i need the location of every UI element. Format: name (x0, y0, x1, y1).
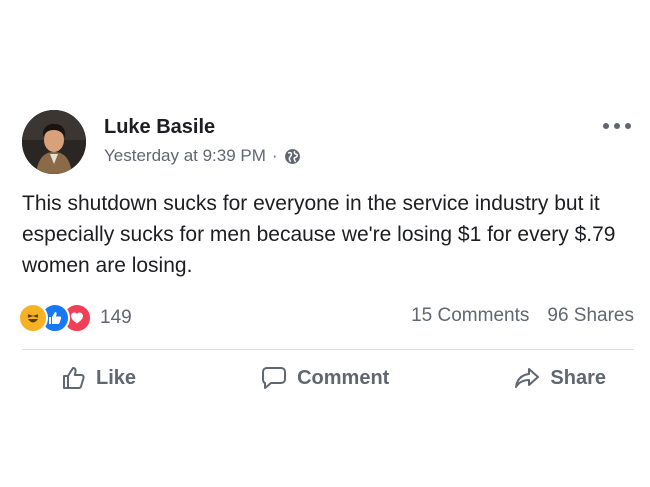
avatar[interactable] (22, 110, 86, 174)
haha-icon (18, 303, 48, 333)
meta-separator: · (271, 146, 278, 165)
like-button[interactable]: Like (62, 366, 136, 390)
post-header: Luke Basile Yesterday at 9:39 PM · (22, 110, 634, 176)
engagement-counts: 15 Comments 96 Shares (411, 305, 634, 327)
reactions-summary[interactable]: 149 (18, 303, 132, 333)
comment-label: Comment (297, 366, 390, 389)
shares-count-link[interactable]: 96 Shares (547, 305, 634, 327)
actions-divider (22, 349, 634, 350)
reaction-count: 149 (100, 307, 132, 328)
post-text: This shutdown sucks for everyone in the … (22, 192, 616, 277)
facebook-post-page: Luke Basile Yesterday at 9:39 PM · This … (0, 0, 650, 487)
comment-button[interactable]: Comment (261, 366, 389, 390)
post-card: Luke Basile Yesterday at 9:39 PM · This … (18, 110, 634, 390)
share-label: Share (550, 366, 606, 389)
comments-count-link[interactable]: 15 Comments (411, 305, 529, 327)
comment-bubble-icon (262, 367, 287, 389)
avatar-photo-icon (22, 110, 86, 174)
author-name[interactable]: Luke Basile (104, 116, 215, 139)
like-label: Like (96, 366, 137, 389)
share-button[interactable]: Share (514, 366, 606, 390)
thumbs-up-icon (63, 367, 85, 389)
post-meta: Yesterday at 9:39 PM · (104, 146, 301, 166)
post-timestamp[interactable]: Yesterday at 9:39 PM (104, 146, 266, 166)
post-actions: Like Comment Share (22, 366, 634, 390)
globe-icon (284, 148, 300, 164)
post-stats: 149 15 Comments 96 Shares (18, 303, 634, 333)
more-options-icon[interactable] (602, 120, 632, 132)
share-arrow-icon (515, 368, 540, 388)
